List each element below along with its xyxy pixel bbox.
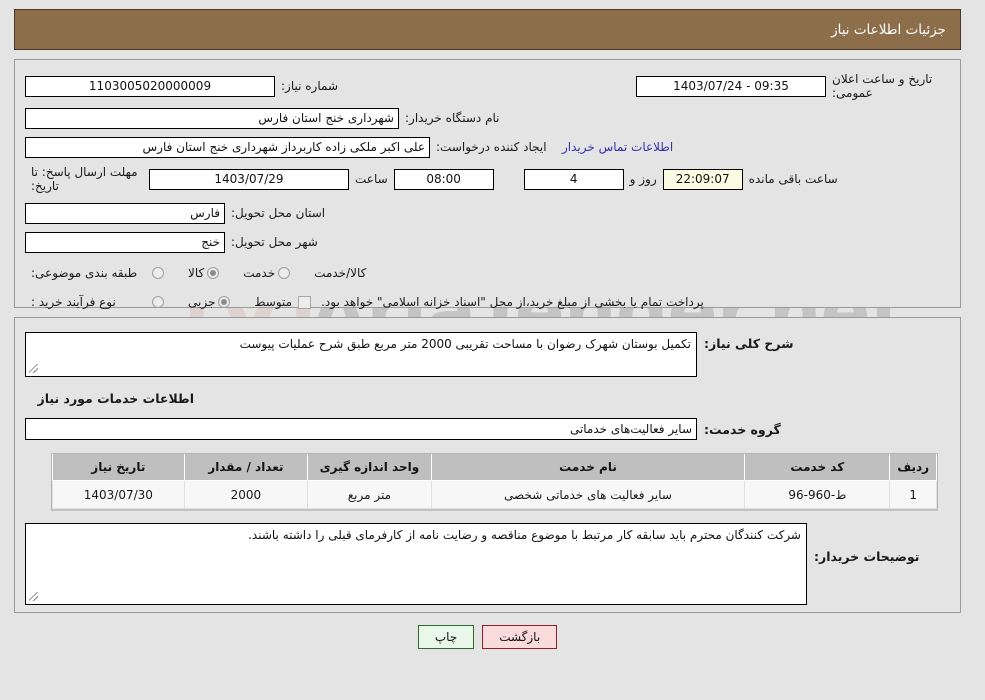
col-header-date: تاریخ نیاز (52, 454, 185, 481)
row-service-group: گروه خدمت: سایر فعالیت‌های خدماتی (25, 418, 950, 440)
radio-label-process-1: متوسط (254, 295, 293, 309)
treasury-note-text: پرداخت تمام یا بخشی از مبلغ خرید،از محل … (321, 295, 704, 309)
table-header-row: ردیف کد خدمت نام خدمت واحد اندازه گیری ت… (52, 454, 937, 481)
cell-date: 1403/07/30 (52, 480, 185, 509)
page-header: جزئیات اطلاعات نیاز (14, 9, 961, 50)
row-need-number: تاریخ و ساعت اعلان عمومی: 09:35 - 1403/0… (25, 72, 950, 100)
field-need-number: 1103005020000009 (25, 75, 275, 97)
col-header-code: کد خدمت (744, 454, 891, 481)
row-buyer-org: نام دستگاه خریدار: شهرداری خنج استان فار… (25, 107, 950, 129)
label-buyer-org: نام دستگاه خریدار: (405, 111, 500, 125)
col-header-radif: ردیف (889, 454, 937, 481)
col-header-qty: تعداد / مقدار (183, 454, 309, 481)
row-city: شهر محل تحویل: خنج (25, 231, 950, 253)
back-button[interactable]: بازگشت (482, 625, 558, 649)
services-panel: شرح کلی نیاز: تکمیل بوستان شهرک رضوان با… (14, 317, 961, 613)
radio-category-goods-service[interactable] (278, 267, 291, 279)
radio-process-medium[interactable] (218, 296, 231, 308)
row-deadline: ساعت باقی مانده 22:09:07 روز و 4 08:00 س… (25, 165, 950, 193)
table-row: 1 ط-960-96 سایر فعالیت های خدماتی شخصی م… (52, 480, 937, 509)
radio-category-service[interactable] (207, 267, 220, 279)
button-bar: بازگشت چاپ (14, 625, 961, 649)
page-title: جزئیات اطلاعات نیاز (831, 21, 946, 38)
row-need-description: شرح کلی نیاز: تکمیل بوستان شهرک رضوان با… (25, 332, 950, 377)
services-table: ردیف کد خدمت نام خدمت واحد اندازه گیری ت… (52, 454, 937, 509)
radio-label-category-1: خدمت (243, 266, 276, 280)
row-creator: اطلاعات تماس خریدار ایجاد کننده درخواست:… (25, 136, 950, 158)
label-province: استان محل تحویل: (231, 206, 326, 220)
label-remaining-hours: ساعت باقی مانده (748, 172, 838, 186)
cell-qty: 2000 (183, 480, 309, 509)
label-buyer-notes: توضیحات خریدار: (814, 549, 920, 564)
row-buyer-notes: توضیحات خریدار: شرکت کنندگان محترم باید … (25, 523, 950, 605)
page-root: جزئیات اطلاعات نیاز تاریخ و ساعت اعلان ع… (0, 9, 985, 649)
label-city: شهر محل تحویل: (231, 235, 318, 249)
field-service-group: سایر فعالیت‌های خدماتی (25, 418, 697, 440)
field-need-description[interactable]: تکمیل بوستان شهرک رضوان با مساحت تقریبی … (25, 332, 697, 377)
row-process-type: پرداخت تمام یا بخشی از مبلغ خرید،از محل … (25, 291, 950, 313)
label-category: طبقه بندی موضوعی: (31, 266, 138, 280)
label-days: روز و (629, 172, 657, 186)
services-section-title: اطلاعات خدمات مورد نیاز (37, 391, 195, 406)
col-header-name: نام خدمت (430, 454, 746, 481)
radio-label-process-0: جزیی (188, 295, 216, 309)
label-deadline-time: ساعت (355, 172, 388, 186)
buyer-contact-link[interactable]: اطلاعات تماس خریدار (554, 140, 681, 154)
label-need-number: شماره نیاز: (281, 79, 338, 93)
field-buyer-org: شهرداری خنج استان فارس (25, 107, 399, 129)
field-creator: علی اکبر ملکی زاده کاربرداز شهرداری خنج … (25, 136, 430, 158)
field-deadline-date: 1403/07/29 (149, 168, 349, 190)
field-remaining-countdown: 22:09:07 (662, 168, 743, 190)
cell-name: سایر فعالیت های خدماتی شخصی (430, 480, 746, 509)
radio-category-goods[interactable] (152, 267, 164, 279)
label-public-announce: تاریخ و ساعت اعلان عمومی: (832, 72, 933, 100)
radio-label-category-2: کالا/خدمت (314, 266, 367, 280)
field-public-announce-datetime: 09:35 - 1403/07/24 (636, 75, 826, 97)
label-creator: ایجاد کننده درخواست: (436, 140, 547, 154)
label-deadline: مهلت ارسال پاسخ: تا تاریخ: (31, 165, 138, 193)
field-province: فارس (25, 202, 225, 224)
services-table-wrapper: ردیف کد خدمت نام خدمت واحد اندازه گیری ت… (51, 453, 938, 511)
radio-process-minor[interactable] (152, 296, 164, 308)
field-city: خنج (25, 231, 225, 253)
label-service-group: گروه خدمت: (704, 421, 781, 437)
cell-unit: متر مربع (307, 480, 432, 509)
print-button[interactable]: چاپ (417, 625, 475, 649)
col-header-unit: واحد اندازه گیری (307, 454, 432, 481)
cell-radif: 1 (889, 480, 937, 509)
cell-code: ط-960-96 (744, 480, 891, 509)
field-buyer-notes[interactable]: شرکت کنندگان محترم باید سابقه کار مرتبط … (25, 523, 807, 605)
field-days-remaining: 4 (523, 168, 624, 190)
label-need-description: شرح کلی نیاز: (704, 336, 794, 351)
need-info-panel: تاریخ و ساعت اعلان عمومی: 09:35 - 1403/0… (14, 59, 961, 309)
label-process-type: نوع فرآیند خرید : (31, 295, 116, 309)
row-province: استان محل تحویل: فارس (25, 202, 950, 224)
radio-label-category-0: کالا (188, 266, 205, 280)
field-deadline-time: 08:00 (393, 168, 494, 190)
treasury-checkbox[interactable] (298, 295, 312, 309)
row-category: کالا/خدمت خدمت کالا طبقه بندی موضوعی: (25, 262, 950, 284)
